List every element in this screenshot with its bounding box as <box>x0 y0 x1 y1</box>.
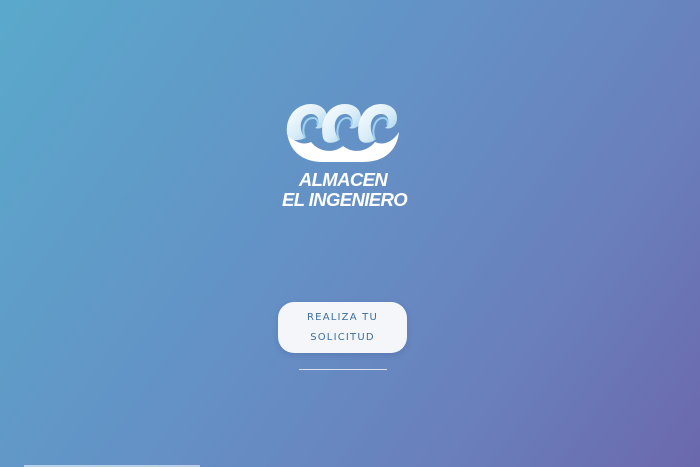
brand-logo: ALMACEN EL INGENIERO <box>282 98 408 210</box>
brand-name-line2: EL INGENIERO <box>282 189 408 210</box>
divider <box>299 369 387 370</box>
waves-logo-icon <box>286 104 399 162</box>
request-button[interactable]: REALIZA TU SOLICITUD <box>278 302 407 353</box>
request-button-label-line1: REALIZA TU <box>307 311 378 323</box>
request-button-label-line2: SOLICITUD <box>310 331 375 343</box>
brand-name-line1: ALMACEN <box>298 169 388 190</box>
